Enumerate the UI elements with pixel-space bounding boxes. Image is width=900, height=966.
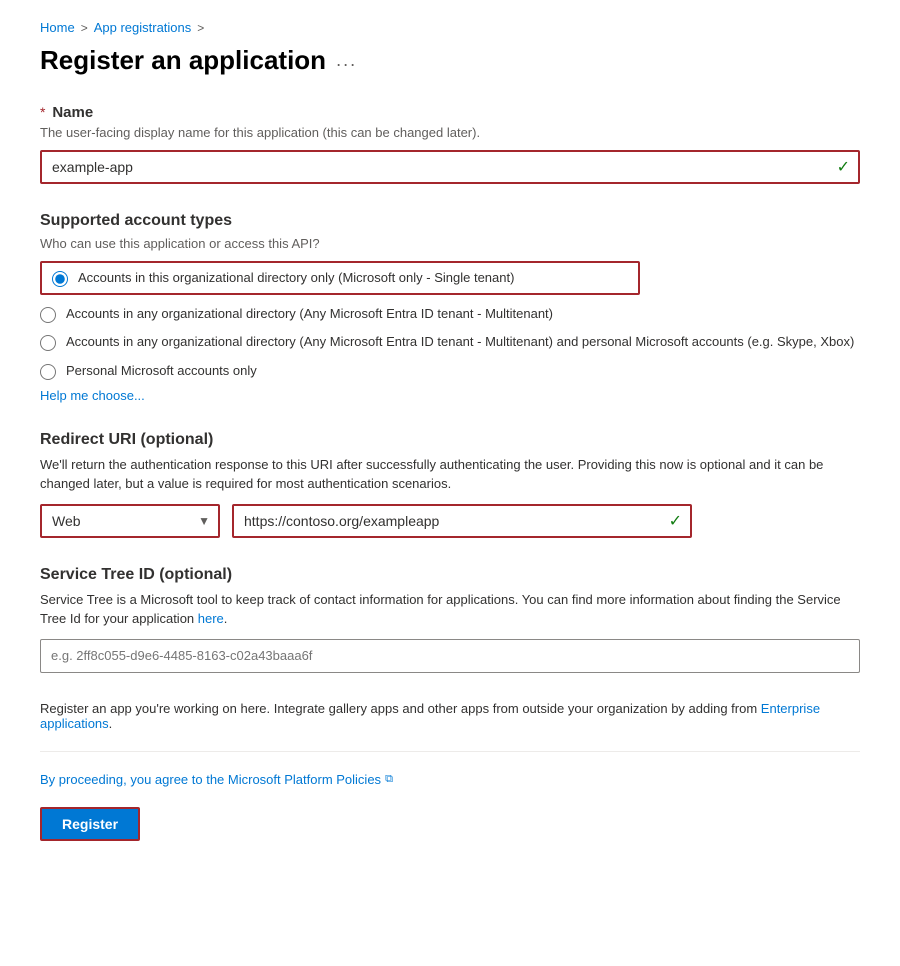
redirect-uri-description: We'll return the authentication response…: [40, 455, 860, 494]
service-tree-input[interactable]: [40, 639, 860, 673]
account-label-2: Accounts in any organizational directory…: [66, 305, 553, 323]
help-me-choose-link[interactable]: Help me choose...: [40, 388, 145, 403]
account-types-description: Who can use this application or access t…: [40, 236, 860, 251]
breadcrumb-app-registrations[interactable]: App registrations: [94, 20, 192, 35]
policy-link[interactable]: By proceeding, you agree to the Microsof…: [40, 772, 860, 787]
required-star: *: [40, 104, 45, 120]
redirect-type-select-wrapper: Web SPA Public client/native (mobile & d…: [40, 504, 220, 538]
radio-group: Accounts in this organizational director…: [40, 261, 860, 380]
page-title: Register an application: [40, 45, 326, 76]
footer-note-before: Register an app you're working on here. …: [40, 701, 761, 716]
breadcrumb-home[interactable]: Home: [40, 20, 75, 35]
policy-text: By proceeding, you agree to the Microsof…: [40, 772, 381, 787]
account-option-1[interactable]: Accounts in this organizational director…: [40, 261, 640, 295]
account-option-4[interactable]: Personal Microsoft accounts only: [40, 362, 860, 380]
footer-note-after: .: [109, 716, 113, 731]
redirect-uri-row: Web SPA Public client/native (mobile & d…: [40, 504, 860, 538]
service-tree-desc-after: .: [224, 611, 228, 626]
redirect-type-select[interactable]: Web SPA Public client/native (mobile & d…: [40, 504, 220, 538]
account-label-3: Accounts in any organizational directory…: [66, 333, 854, 351]
account-radio-3[interactable]: [40, 335, 56, 351]
redirect-check-icon: ✓: [669, 511, 682, 531]
service-tree-description: Service Tree is a Microsoft tool to keep…: [40, 590, 860, 629]
account-option-3[interactable]: Accounts in any organizational directory…: [40, 333, 860, 351]
name-input[interactable]: [40, 150, 860, 184]
name-check-icon: ✓: [837, 157, 850, 177]
breadcrumb-sep2: >: [197, 21, 204, 35]
page-header: Register an application ...: [40, 45, 860, 76]
breadcrumb: Home > App registrations >: [40, 20, 860, 35]
service-tree-input-wrapper: [40, 639, 860, 673]
external-link-icon: ⧉: [385, 773, 393, 786]
account-label-4: Personal Microsoft accounts only: [66, 362, 257, 380]
account-radio-2[interactable]: [40, 307, 56, 323]
redirect-uri-section: Redirect URI (optional) We'll return the…: [40, 431, 860, 538]
service-tree-desc-before: Service Tree is a Microsoft tool to keep…: [40, 592, 841, 627]
more-options-button[interactable]: ...: [336, 50, 357, 71]
account-option-2[interactable]: Accounts in any organizational directory…: [40, 305, 860, 323]
service-tree-title: Service Tree ID (optional): [40, 566, 860, 584]
account-radio-1[interactable]: [52, 271, 68, 287]
name-section: * Name The user-facing display name for …: [40, 104, 860, 184]
name-input-wrapper: ✓: [40, 150, 860, 184]
service-tree-section: Service Tree ID (optional) Service Tree …: [40, 566, 860, 673]
name-description: The user-facing display name for this ap…: [40, 125, 860, 140]
redirect-uri-title: Redirect URI (optional): [40, 431, 860, 449]
account-types-section: Supported account types Who can use this…: [40, 212, 860, 403]
account-radio-4[interactable]: [40, 364, 56, 380]
account-label-1: Accounts in this organizational director…: [78, 269, 514, 287]
redirect-uri-input-wrapper: ✓: [232, 504, 692, 538]
account-types-title: Supported account types: [40, 212, 860, 230]
register-button[interactable]: Register: [40, 807, 140, 841]
redirect-uri-input[interactable]: [232, 504, 692, 538]
divider: [40, 751, 860, 752]
name-label: Name: [52, 104, 93, 121]
breadcrumb-sep1: >: [81, 21, 88, 35]
service-tree-here-link[interactable]: here: [198, 611, 224, 626]
footer-note: Register an app you're working on here. …: [40, 701, 860, 731]
